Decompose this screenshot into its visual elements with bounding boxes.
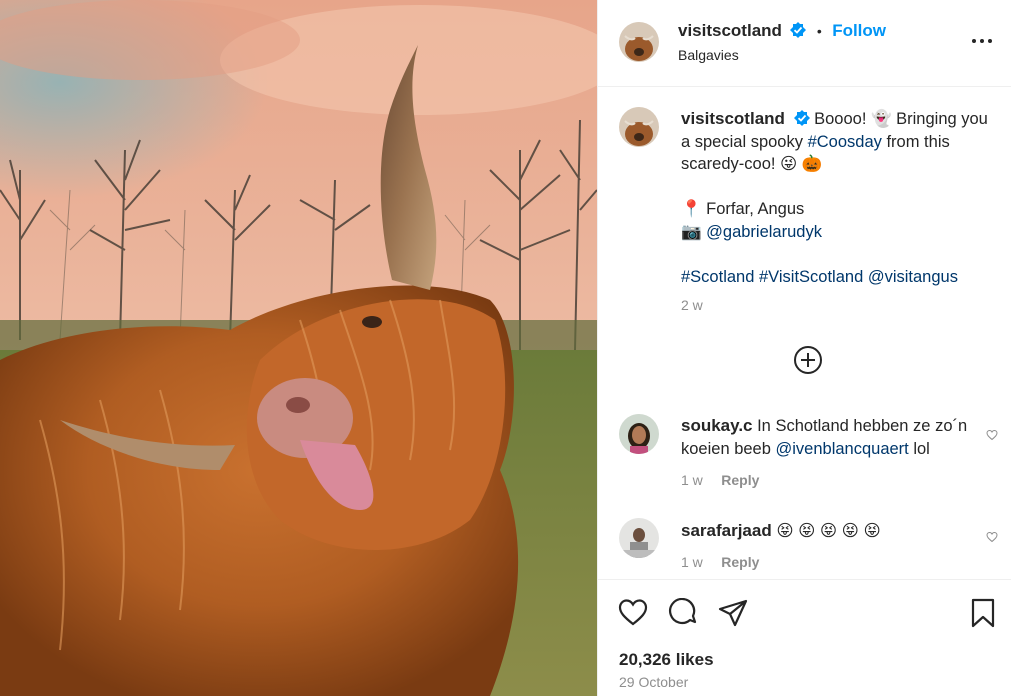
post-details-panel: visitscotland • Follow Balgavies visitsc…: [597, 0, 1011, 696]
likes-count[interactable]: 20,326 likes: [619, 650, 714, 670]
comment-emojis: 😝 😝 😝 😝 😝: [776, 522, 881, 540]
comment-time[interactable]: 1 w: [681, 554, 703, 570]
pin-emoji: 📍: [681, 200, 702, 218]
follow-button[interactable]: Follow: [832, 21, 886, 40]
hashtag-scotland[interactable]: #Scotland: [681, 268, 754, 286]
comment-mention[interactable]: @ivenblancquaert: [776, 440, 909, 458]
post-image[interactable]: [0, 0, 597, 696]
caption: visitscotland Boooo! 👻 Bringing you a sp…: [681, 108, 999, 288]
comment-avatar[interactable]: [619, 414, 659, 454]
reply-button[interactable]: Reply: [721, 554, 759, 570]
post-header: visitscotland • Follow Balgavies: [598, 0, 1011, 87]
comment-text-2: lol: [908, 439, 930, 458]
hashtag-coosday[interactable]: #Coosday: [808, 133, 882, 151]
mention-visitangus[interactable]: @visitangus: [868, 268, 958, 286]
separator-dot: •: [816, 23, 822, 39]
comment-avatar[interactable]: [619, 518, 659, 558]
comment-like-icon[interactable]: [986, 428, 998, 441]
caption-text-1: Boooo!: [814, 110, 867, 128]
like-heart-icon[interactable]: [618, 598, 648, 626]
caption-tags-line: #Scotland #VisitScotland @visitangus: [681, 266, 999, 289]
caption-location-line: 📍 Forfar, Angus: [681, 198, 999, 221]
comment-meta: 1 w Reply: [681, 554, 759, 572]
comment-bubble-icon[interactable]: [668, 597, 698, 628]
author-username[interactable]: visitscotland: [678, 21, 782, 40]
ghost-emoji: 👻: [871, 110, 892, 128]
verified-badge-icon: [793, 110, 810, 126]
reply-button[interactable]: Reply: [721, 472, 759, 488]
comment-username[interactable]: sarafarjaad: [681, 521, 772, 540]
caption-location: Forfar, Angus: [706, 200, 805, 218]
caption-photographer-line: 📷 @gabrielarudyk: [681, 221, 999, 244]
tongue-emoji: 😜: [780, 155, 798, 173]
hashtag-visitscotland[interactable]: #VisitScotland: [759, 268, 863, 286]
comment-time[interactable]: 1 w: [681, 472, 703, 488]
camera-emoji: 📷: [681, 222, 702, 241]
comment-meta: 1 w Reply: [681, 472, 759, 490]
post-date[interactable]: 29 October: [619, 674, 688, 690]
comment-like-icon[interactable]: [986, 530, 998, 543]
caption-time[interactable]: 2 w: [681, 297, 703, 313]
save-bookmark-icon[interactable]: [970, 598, 996, 628]
comment-item: soukay.c In Schotland hebben ze zo´n koe…: [681, 415, 999, 460]
post-location[interactable]: Balgavies: [678, 47, 739, 63]
pumpkin-emoji: 🎃: [801, 155, 823, 173]
photographer-mention[interactable]: @gabrielarudyk: [706, 223, 822, 241]
more-horizontal-icon[interactable]: [971, 33, 993, 49]
highland-cow-photo: [0, 0, 597, 696]
author-avatar[interactable]: [619, 22, 659, 62]
load-more-comments-icon[interactable]: [793, 345, 823, 375]
comment-username[interactable]: soukay.c: [681, 416, 753, 435]
verified-badge-icon: [790, 22, 807, 38]
share-send-icon[interactable]: [718, 598, 748, 628]
caption-author-avatar[interactable]: [619, 107, 659, 147]
comment-item: sarafarjaad 😝 😝 😝 😝 😝: [681, 520, 999, 543]
caption-username[interactable]: visitscotland: [681, 109, 785, 128]
